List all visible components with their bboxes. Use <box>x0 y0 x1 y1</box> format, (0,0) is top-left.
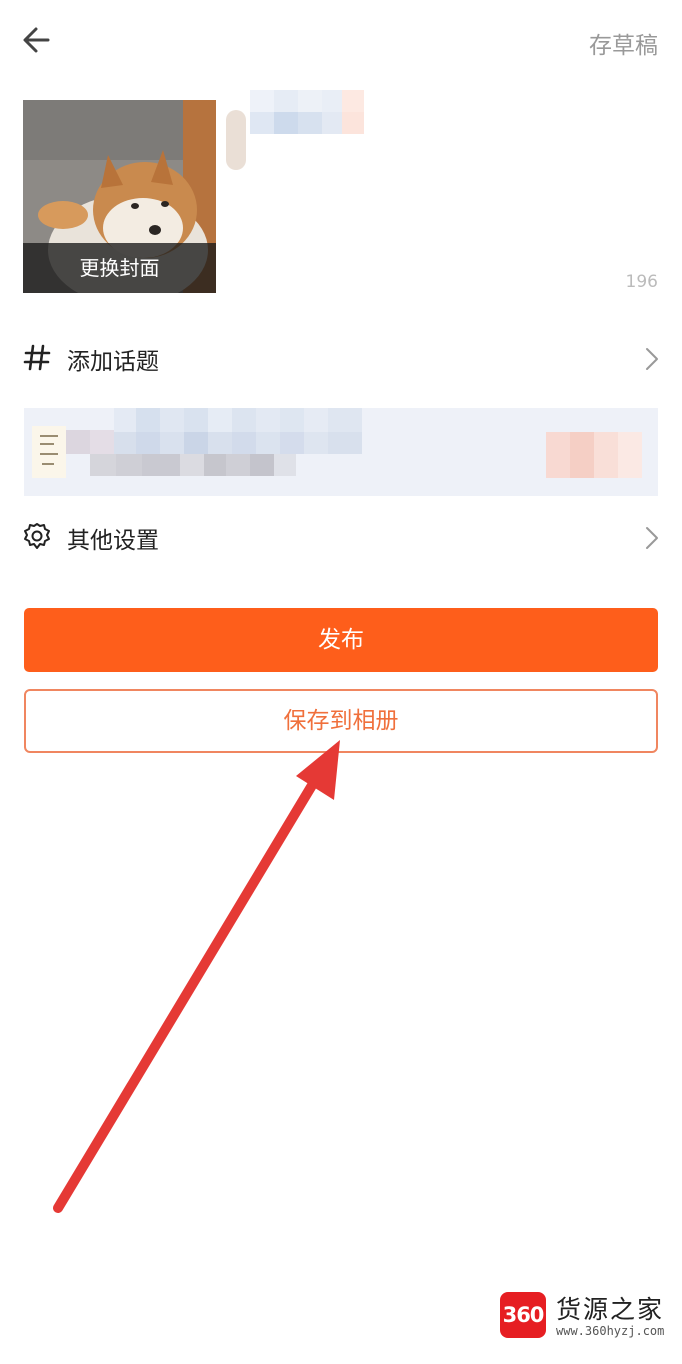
gear-icon <box>24 523 50 549</box>
publish-button[interactable]: 发布 <box>24 608 658 672</box>
add-topic-row[interactable]: 添加话题 <box>0 326 682 390</box>
change-cover-label: 更换封面 <box>23 243 216 293</box>
save-draft-button[interactable]: 存草稿 <box>589 26 658 60</box>
other-settings-row[interactable]: 其他设置 <box>0 505 682 569</box>
chevron-right-icon <box>646 527 658 549</box>
watermark-logo: 360 货源之家 www.360hyzj.com <box>498 1288 678 1348</box>
arrow-shaft <box>53 777 319 1213</box>
add-topic-label: 添加话题 <box>67 349 159 375</box>
hashtag-icon <box>23 344 51 371</box>
other-settings-label: 其他设置 <box>67 528 159 554</box>
title-input[interactable] <box>218 90 368 170</box>
watermark-url: www.360hyzj.com <box>556 1324 665 1338</box>
blurred-content-card[interactable] <box>24 408 658 496</box>
chevron-right-icon <box>646 348 658 370</box>
character-count: 196 <box>625 272 658 292</box>
save-to-album-button[interactable]: 保存到相册 <box>24 689 658 753</box>
cover-image[interactable]: 更换封面 <box>23 100 216 293</box>
top-bar: 存草稿 <box>0 0 682 80</box>
arrow-left-icon <box>23 27 50 53</box>
back-button[interactable] <box>18 22 58 58</box>
blurred-content <box>32 408 642 478</box>
blurred-title-text <box>226 90 364 170</box>
watermark-badge: 360 <box>500 1292 546 1338</box>
watermark-name: 货源之家 <box>556 1295 665 1324</box>
